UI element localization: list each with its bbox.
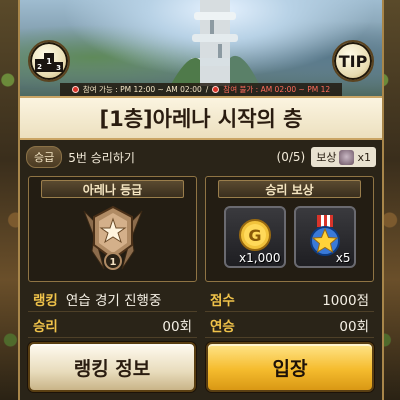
- arena-grade-header: 아레나 등급: [40, 180, 185, 198]
- victory-reward-items: G x1,000 x5: [206, 206, 373, 268]
- rank-stat: 랭킹 연습 경기 진행중: [28, 286, 197, 312]
- reward-item-icon: [339, 149, 355, 165]
- svg-text:3: 3: [56, 64, 61, 72]
- ranking-info-button[interactable]: 랭킹 정보: [28, 342, 196, 392]
- schedule-strip: 참여 가능 : PM 12:00 ~ AM 02:00 / 참여 불가 : AM…: [60, 83, 342, 96]
- svg-text:G: G: [248, 226, 261, 245]
- score-label: 점수: [210, 292, 235, 309]
- medal-reward-qty: x5: [335, 251, 351, 265]
- gold-reward-qty: x1,000: [239, 251, 281, 265]
- arena-grade-box: 아레나 등급 1: [28, 176, 197, 282]
- arena-artwork: 1 2 3 TIP 참여 가능 : PM 12:00 ~ AM 02:00 / …: [20, 0, 382, 96]
- info-boxes: 아레나 등급 1 승리 보상 G x1,000 x5: [28, 176, 374, 282]
- ranking-podium-button[interactable]: 1 2 3: [28, 40, 70, 82]
- tower-illustration: [170, 0, 260, 86]
- podium-icon: 1 2 3: [35, 53, 63, 72]
- streak-value: 00회: [339, 318, 369, 335]
- time-separator: /: [205, 85, 209, 94]
- mission-reward-label: 보상: [316, 151, 337, 164]
- available-time: 참여 가능 : PM 12:00 ~ AM 02:00: [82, 85, 202, 94]
- svg-text:1: 1: [46, 57, 52, 66]
- promotion-badge: 승급: [26, 146, 63, 168]
- wins-stat: 승리 00회: [28, 312, 197, 338]
- mission-reward: 보상 x1: [311, 147, 376, 167]
- floor-title: [1층]아레나 시작의 층: [99, 107, 303, 131]
- floor-title-bar: [1층]아레나 시작의 층: [20, 96, 382, 140]
- wins-label: 승리: [33, 318, 58, 335]
- promotion-mission-row: 승급 5번 승리하기 (0/5) 보상 x1: [26, 144, 376, 170]
- score-value: 1000점: [322, 292, 369, 309]
- tip-label: TIP: [338, 51, 368, 71]
- tip-button[interactable]: TIP: [332, 40, 374, 82]
- arena-stats: 랭킹 연습 경기 진행중 점수 1000점 승리 00회 연승 00회: [28, 286, 374, 338]
- wins-value: 00회: [162, 318, 192, 335]
- action-buttons: 랭킹 정보 입장: [20, 342, 382, 392]
- svg-text:2: 2: [37, 63, 42, 71]
- mission-progress: (0/5): [276, 150, 306, 164]
- mission-reward-qty: x1: [357, 150, 371, 164]
- rank-label: 랭킹: [33, 292, 58, 309]
- unavailable-dot-icon: [212, 86, 220, 93]
- victory-reward-header: 승리 보상: [217, 180, 362, 198]
- score-stat: 점수 1000점: [205, 286, 374, 312]
- mission-text: 5번 승리하기: [68, 150, 135, 165]
- streak-label: 연승: [210, 318, 235, 335]
- streak-stat: 연승 00회: [205, 312, 374, 338]
- available-dot-icon: [71, 86, 79, 93]
- rank-value: 연습 경기 진행중: [65, 292, 162, 309]
- bronze-rank-emblem-icon: 1: [83, 205, 142, 270]
- victory-reward-box: 승리 보상 G x1,000 x5: [205, 176, 374, 282]
- enter-button[interactable]: 입장: [206, 342, 374, 392]
- arena-panel: 1 2 3 TIP 참여 가능 : PM 12:00 ~ AM 02:00 / …: [18, 0, 384, 400]
- unavailable-time: 참여 불가 : AM 02:00 ~ PM 12: [223, 85, 331, 94]
- rank-number: 1: [109, 257, 116, 268]
- gold-reward-slot[interactable]: G x1,000: [223, 206, 286, 268]
- medal-reward-slot[interactable]: x5: [293, 206, 356, 268]
